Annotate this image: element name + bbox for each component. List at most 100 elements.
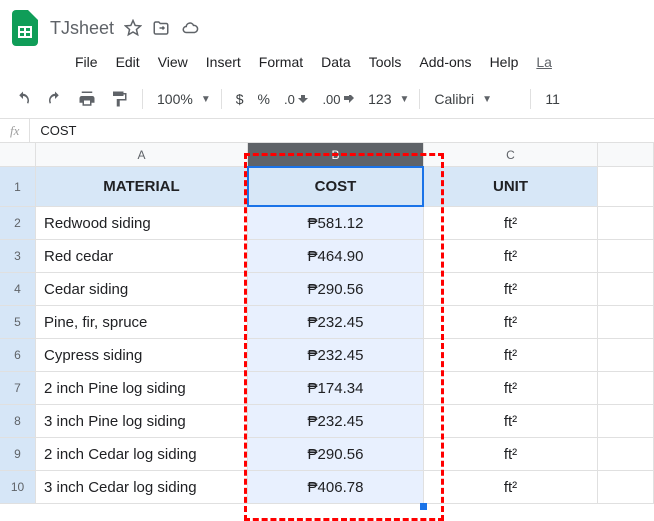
row-header[interactable]: 5: [0, 306, 36, 339]
cell[interactable]: [598, 471, 654, 504]
row-header[interactable]: 8: [0, 405, 36, 438]
titlebar: TJsheet: [0, 0, 654, 50]
cell[interactable]: ₱406.78: [248, 471, 424, 504]
table-row: MATERIAL COST UNIT: [36, 167, 654, 207]
cell[interactable]: [598, 207, 654, 240]
document-title[interactable]: TJsheet: [50, 18, 114, 39]
menu-file[interactable]: File: [68, 50, 105, 74]
menu-tools[interactable]: Tools: [362, 50, 409, 74]
menu-addons[interactable]: Add-ons: [412, 50, 478, 74]
cell[interactable]: ft²: [424, 240, 598, 273]
cell[interactable]: [598, 339, 654, 372]
separator: [221, 89, 222, 109]
row-header[interactable]: 2: [0, 207, 36, 240]
row-header[interactable]: 7: [0, 372, 36, 405]
col-header[interactable]: C: [424, 143, 598, 167]
cell[interactable]: [598, 405, 654, 438]
font-size[interactable]: 11: [541, 91, 564, 107]
cell[interactable]: ft²: [424, 306, 598, 339]
cell[interactable]: ft²: [424, 339, 598, 372]
cell[interactable]: ₱232.45: [248, 306, 424, 339]
row-header[interactable]: 1: [0, 167, 36, 207]
table-row: 2 inch Cedar log siding₱290.56ft²: [36, 438, 654, 471]
cell[interactable]: 3 inch Cedar log siding: [36, 471, 248, 504]
fill-handle[interactable]: [420, 503, 427, 510]
cell[interactable]: MATERIAL: [36, 167, 248, 207]
cell[interactable]: ft²: [424, 405, 598, 438]
toolbar: 100% ▼ $ % .0 .00 123 ▼ Calibri ▼ 11: [0, 80, 654, 119]
cell[interactable]: 2 inch Pine log siding: [36, 372, 248, 405]
cell[interactable]: [598, 306, 654, 339]
cell[interactable]: ₱174.34: [248, 372, 424, 405]
decrease-decimal-icon[interactable]: .0: [280, 88, 312, 111]
cell[interactable]: ₱581.12: [248, 207, 424, 240]
undo-icon[interactable]: [10, 86, 36, 112]
formula-bar: fx COST: [0, 119, 654, 143]
col-header[interactable]: B: [248, 143, 424, 167]
cell[interactable]: ₱232.45: [248, 405, 424, 438]
increase-decimal-icon[interactable]: .00: [318, 88, 358, 111]
separator: [419, 89, 420, 109]
separator: [142, 89, 143, 109]
row-header[interactable]: 10: [0, 471, 36, 504]
cell[interactable]: ₱290.56: [248, 438, 424, 471]
table-row: Redwood siding₱581.12ft²: [36, 207, 654, 240]
cell[interactable]: ft²: [424, 471, 598, 504]
row-header[interactable]: 3: [0, 240, 36, 273]
font-dropdown[interactable]: Calibri ▼: [430, 91, 520, 107]
col-header[interactable]: [598, 143, 654, 167]
zoom-dropdown[interactable]: 100% ▼: [153, 91, 211, 107]
number-format-dropdown[interactable]: 123 ▼: [364, 91, 409, 107]
menu-last-edit[interactable]: La: [529, 50, 559, 74]
fx-icon: fx: [0, 119, 30, 142]
cell[interactable]: ₱232.45: [248, 339, 424, 372]
separator: [530, 89, 531, 109]
cell[interactable]: COST: [248, 167, 424, 207]
row-header[interactable]: 9: [0, 438, 36, 471]
cell[interactable]: [598, 167, 654, 207]
table-row: 3 inch Cedar log siding₱406.78ft²: [36, 471, 654, 504]
cloud-icon[interactable]: [180, 19, 200, 37]
menu-view[interactable]: View: [151, 50, 195, 74]
cell[interactable]: Cedar siding: [36, 273, 248, 306]
move-icon[interactable]: [152, 19, 170, 37]
cell[interactable]: [598, 273, 654, 306]
paint-format-icon[interactable]: [106, 86, 132, 112]
cell[interactable]: ft²: [424, 273, 598, 306]
cell[interactable]: Red cedar: [36, 240, 248, 273]
cell[interactable]: ₱464.90: [248, 240, 424, 273]
cell[interactable]: Pine, fir, spruce: [36, 306, 248, 339]
star-icon[interactable]: [124, 19, 142, 37]
print-icon[interactable]: [74, 86, 100, 112]
menu-edit[interactable]: Edit: [109, 50, 147, 74]
cell[interactable]: [598, 438, 654, 471]
formula-input[interactable]: COST: [30, 123, 86, 138]
cell[interactable]: [598, 240, 654, 273]
cell[interactable]: ft²: [424, 372, 598, 405]
redo-icon[interactable]: [42, 86, 68, 112]
row-header[interactable]: 4: [0, 273, 36, 306]
table-row: 2 inch Pine log siding₱174.34ft²: [36, 372, 654, 405]
menu-data[interactable]: Data: [314, 50, 358, 74]
cell[interactable]: 3 inch Pine log siding: [36, 405, 248, 438]
cell[interactable]: Cypress siding: [36, 339, 248, 372]
percent-button[interactable]: %: [254, 91, 274, 107]
sheets-logo[interactable]: [10, 8, 40, 48]
cell[interactable]: ₱290.56: [248, 273, 424, 306]
cell[interactable]: UNIT: [424, 167, 598, 207]
table-row: Red cedar₱464.90ft²: [36, 240, 654, 273]
cell[interactable]: ft²: [424, 438, 598, 471]
row-header[interactable]: 6: [0, 339, 36, 372]
cell[interactable]: ft²: [424, 207, 598, 240]
menu-insert[interactable]: Insert: [199, 50, 248, 74]
cell[interactable]: 2 inch Cedar log siding: [36, 438, 248, 471]
cell[interactable]: Redwood siding: [36, 207, 248, 240]
menu-help[interactable]: Help: [483, 50, 526, 74]
cell[interactable]: [598, 372, 654, 405]
currency-button[interactable]: $: [232, 91, 248, 107]
caret-down-icon: ▼: [201, 94, 211, 105]
select-all-corner[interactable]: [0, 143, 36, 167]
menu-format[interactable]: Format: [252, 50, 310, 74]
spreadsheet: 1 2 3 4 5 6 7 8 9 10 A B C MATERIAL COST…: [0, 143, 654, 504]
col-header[interactable]: A: [36, 143, 248, 167]
